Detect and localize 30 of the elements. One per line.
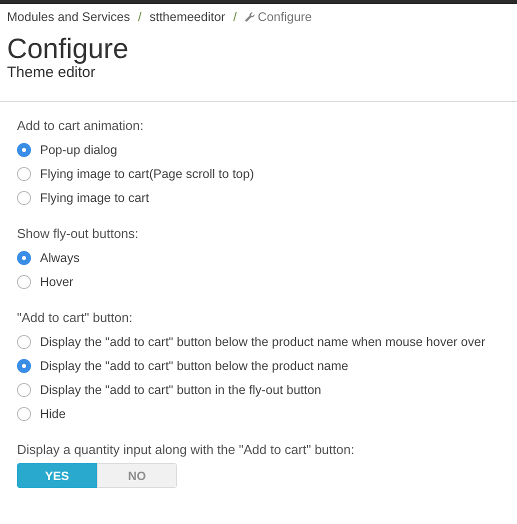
radio-button[interactable]	[17, 407, 31, 421]
radio-label[interactable]: Flying image to cart(Page scroll to top)	[40, 167, 254, 181]
wrench-icon	[244, 12, 255, 22]
radio-button[interactable]	[17, 335, 31, 349]
radio-label[interactable]: Display the "add to cart" button below the product name	[40, 359, 348, 373]
radio-label[interactable]: Always	[40, 251, 80, 265]
radio-label[interactable]: Display the "add to cart" button in the fly-out button	[40, 383, 322, 397]
group-label: Show fly-out buttons:	[17, 225, 140, 243]
group-label: "Add to cart" button:	[17, 309, 134, 327]
radio-label[interactable]: Flying image to cart	[40, 191, 150, 205]
page-subtitle: Theme editor	[7, 64, 96, 81]
radio-label[interactable]: Hover	[40, 275, 74, 289]
radio-label[interactable]: Pop-up dialog	[40, 143, 118, 157]
breadcrumb-link[interactable]: Configure	[244, 10, 312, 24]
radio-button[interactable]	[17, 251, 31, 265]
radio-button[interactable]	[17, 383, 31, 397]
radio-button[interactable]	[17, 191, 31, 205]
breadcrumb-separator: /	[233, 10, 237, 24]
breadcrumb-link[interactable]: stthemeeditor	[149, 10, 226, 24]
breadcrumb-link[interactable]: Modules and Services	[7, 10, 130, 24]
page-title: Configure	[7, 34, 130, 64]
radio-button[interactable]	[17, 167, 31, 181]
radio-button[interactable]	[17, 359, 31, 373]
group-label: Display a quantity input along with the "Add to cart" button:	[17, 441, 356, 459]
radio-button[interactable]	[17, 143, 31, 157]
radio-button[interactable]	[17, 275, 31, 289]
breadcrumb-separator: /	[138, 10, 142, 24]
radio-label[interactable]: Display the "add to cart" button below the product name when mouse hover over	[40, 335, 486, 349]
radio-label[interactable]: Hide	[40, 407, 66, 421]
group-label: Add to cart animation:	[17, 117, 144, 135]
